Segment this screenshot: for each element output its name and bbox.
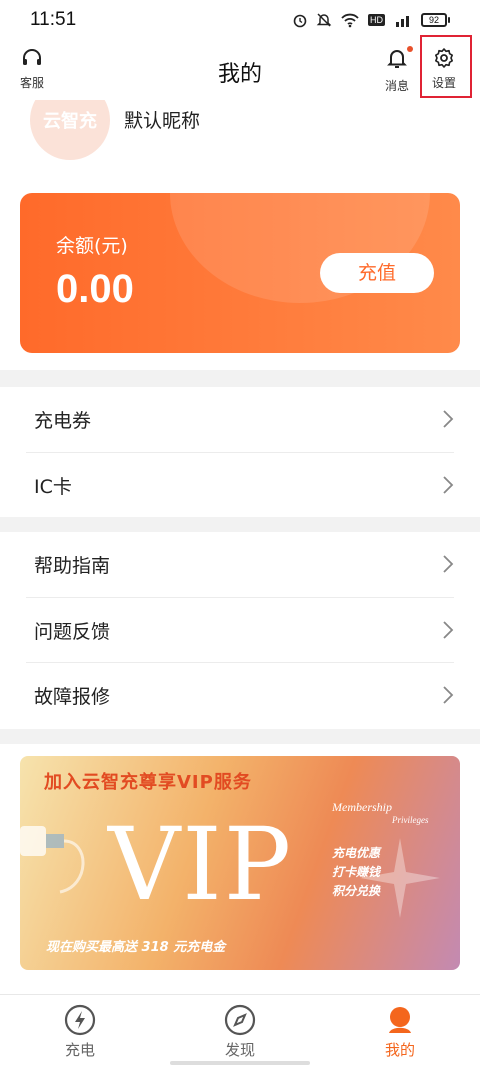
status-bar: 11:51 HD 92 [0, 0, 480, 40]
messages-label: 消息 [385, 79, 410, 93]
vip-perk: 打卡赚钱 [332, 865, 381, 879]
balance-label: 余额(元) [56, 235, 128, 257]
menu-item-feedback[interactable]: 问题反馈 [26, 597, 454, 662]
vip-promo-text: 现在购买最高送 318 元充电金 [46, 940, 226, 955]
menu-item-label: 帮助指南 [34, 555, 111, 577]
menu-item-help-guide[interactable]: 帮助指南 [26, 532, 454, 597]
recharge-button[interactable]: 充值 [320, 253, 434, 293]
person-icon [389, 1007, 411, 1033]
vip-privileges-text: Privileges [392, 815, 429, 825]
alarm-icon [293, 14, 307, 28]
mute-icon [316, 13, 332, 27]
profile-section: 云智充 默认昵称 余额(元) 0.00 充值 [0, 100, 480, 370]
tab-mine[interactable]: 我的 [320, 995, 480, 1067]
menu-item-label: 故障报修 [34, 685, 111, 708]
menu-item-label: IC卡 [34, 475, 72, 498]
tab-charge[interactable]: 充电 [0, 995, 160, 1067]
messages-button[interactable]: 消息 [385, 46, 413, 94]
settings-highlight-box [420, 35, 472, 98]
vip-banner[interactable]: 加入云智充尊享VIP服务 VIP Membership Privileges 充… [20, 756, 460, 970]
home-indicator [170, 1061, 310, 1065]
page-header: 客服 我的 消息 设置 [0, 40, 480, 100]
menu-group-support: 帮助指南 问题反馈 故障报修 [0, 532, 480, 729]
vip-title: 加入云智充尊享VIP服务 [44, 772, 252, 793]
vip-perks-list: 充电优惠 打卡赚钱 积分兑换 [332, 844, 380, 901]
hd-icon: HD [368, 14, 385, 26]
chevron-right-icon [443, 621, 454, 639]
vip-perk: 积分兑换 [332, 884, 381, 898]
signal-icon [396, 16, 409, 27]
battery-icon: 92 [421, 13, 450, 27]
menu-item-label: 充电券 [34, 410, 92, 432]
menu-group-wallet: 充电券 IC卡 [0, 387, 480, 517]
lightning-icon [64, 1004, 96, 1036]
status-icons: HD 92 [292, 12, 450, 28]
menu-item-fault-report[interactable]: 故障报修 [26, 662, 454, 727]
vip-big-text: VIP [108, 806, 294, 923]
vip-section: 加入云智充尊享VIP服务 VIP Membership Privileges 充… [0, 744, 480, 994]
bottom-tab-bar: 充电 发现 我的 [0, 994, 480, 1067]
menu-item-ic-card[interactable]: IC卡 [26, 452, 454, 517]
avatar-logo-text: 云智充 [43, 111, 97, 132]
tab-label: 充电 [64, 1041, 95, 1059]
battery-level: 92 [421, 13, 447, 27]
vip-membership-text: Membership [332, 800, 392, 814]
vip-perk: 充电优惠 [332, 846, 381, 860]
status-time: 11:51 [30, 9, 77, 30]
menu-item-label: 问题反馈 [34, 620, 111, 643]
menu-item-coupons[interactable]: 充电券 [26, 387, 454, 452]
tab-label: 我的 [384, 1041, 415, 1059]
tab-discover[interactable]: 发现 [160, 995, 320, 1067]
bell-icon [387, 50, 407, 68]
wifi-icon [341, 13, 359, 28]
balance-amount: 0.00 [56, 267, 134, 311]
unread-dot [407, 46, 413, 52]
chevron-right-icon [443, 686, 454, 704]
plug-icon [20, 826, 85, 894]
chevron-right-icon [443, 410, 454, 428]
nickname[interactable]: 默认昵称 [124, 106, 200, 133]
chevron-right-icon [443, 476, 454, 494]
tab-label: 发现 [224, 1041, 255, 1059]
compass-icon [224, 1004, 256, 1036]
balance-card: 余额(元) 0.00 充值 [20, 193, 460, 353]
chevron-right-icon [443, 555, 454, 573]
avatar[interactable]: 云智充 [30, 100, 110, 160]
